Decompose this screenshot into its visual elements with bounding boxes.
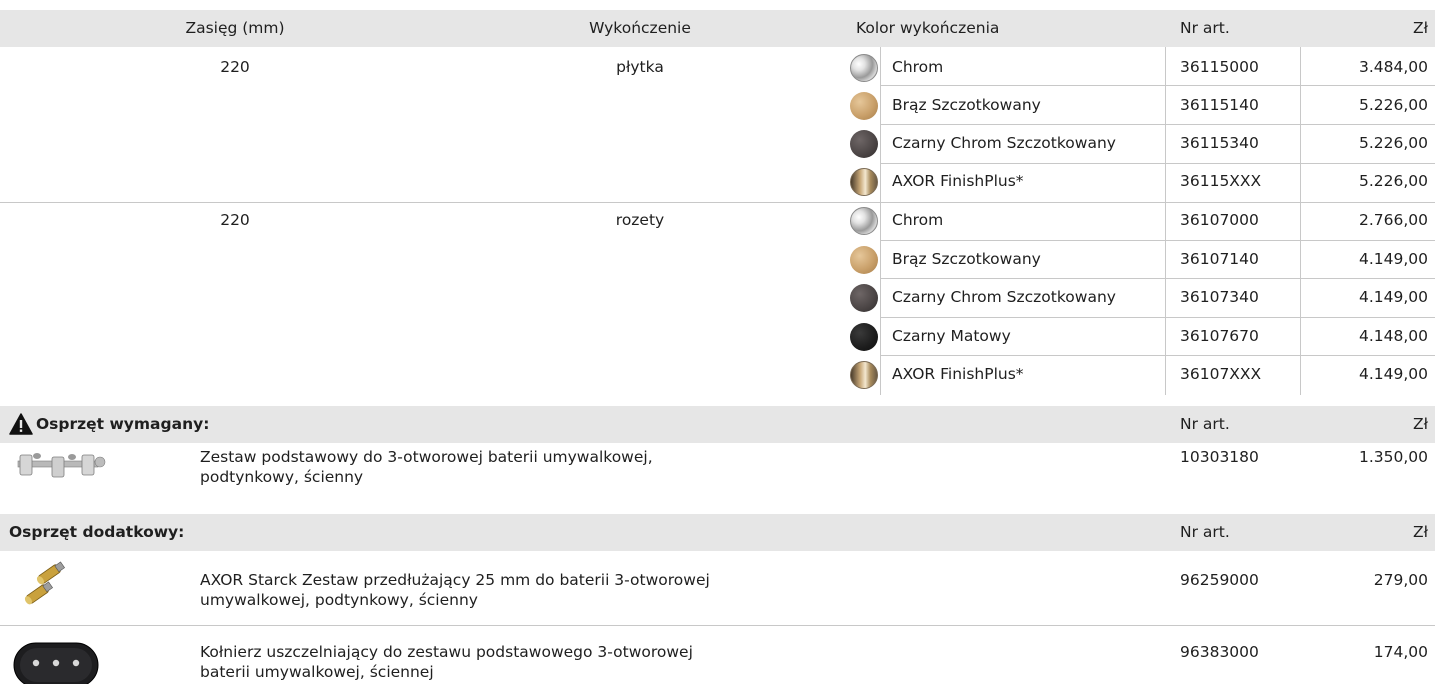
header-art: Nr art. <box>1180 19 1230 37</box>
item-description-line1: Zestaw podstawowy do 3-otworowej baterii… <box>200 448 653 466</box>
art-number: 36115140 <box>1180 96 1259 114</box>
art-number: 36115340 <box>1180 134 1259 152</box>
item-description-line1: Kołnierz uszczelniający do zestawu podst… <box>200 643 693 661</box>
header-price: Zł <box>1412 19 1428 37</box>
art-number: 36115XXX <box>1180 172 1262 190</box>
item-description-line2: podtynkowy, ścienny <box>200 468 364 486</box>
required-title: Osprzęt wymagany: <box>36 415 210 433</box>
row-divider <box>880 124 1435 125</box>
row-divider <box>880 278 1435 279</box>
color-name: AXOR FinishPlus* <box>892 172 1024 190</box>
finish-value: rozety <box>615 211 665 229</box>
art-number: 36107670 <box>1180 327 1259 345</box>
reach-value: 220 <box>220 58 250 76</box>
art-number: 10303180 <box>1180 448 1259 466</box>
bronze-swatch-icon <box>850 246 878 274</box>
art-number: 36107340 <box>1180 288 1259 306</box>
extension-set-image <box>24 561 65 605</box>
art-number: 96259000 <box>1180 571 1259 589</box>
warning-triangle-icon <box>9 413 33 435</box>
color-name: Chrom <box>892 58 944 76</box>
matte-black-swatch-icon <box>850 323 878 351</box>
color-name: Czarny Chrom Szczotkowany <box>892 134 1116 152</box>
art-number: 36107140 <box>1180 250 1259 268</box>
price: 5.226,00 <box>1358 172 1428 190</box>
color-name: Brąz Szczotkowany <box>892 96 1041 114</box>
required-header-art: Nr art. <box>1180 415 1230 433</box>
bronze-swatch-icon <box>850 92 878 120</box>
price: 2.766,00 <box>1358 211 1428 229</box>
color-name: Czarny Chrom Szczotkowany <box>892 288 1116 306</box>
reach-value: 220 <box>220 211 250 229</box>
sealing-flange-image <box>13 642 99 684</box>
column-divider <box>880 47 881 202</box>
finish-value: płytka <box>616 58 664 76</box>
price: 4.149,00 <box>1358 365 1428 383</box>
finishplus-swatch-icon <box>850 168 878 196</box>
finishplus-swatch-icon <box>850 361 878 389</box>
item-divider <box>0 625 1435 626</box>
price: 5.226,00 <box>1358 96 1428 114</box>
color-name: Brąz Szczotkowany <box>892 250 1041 268</box>
price: 174,00 <box>1373 643 1428 661</box>
item-description-line2: umywalkowej, podtynkowy, ścienny <box>200 591 478 609</box>
color-name: Chrom <box>892 211 944 229</box>
column-divider <box>1165 202 1166 395</box>
price: 5.226,00 <box>1358 134 1428 152</box>
art-number: 36115000 <box>1180 58 1259 76</box>
column-divider <box>1300 47 1301 202</box>
price: 4.149,00 <box>1358 250 1428 268</box>
header-reach: Zasięg (mm) <box>185 19 285 37</box>
art-number: 96383000 <box>1180 643 1259 661</box>
column-divider <box>880 202 881 395</box>
color-name: AXOR FinishPlus* <box>892 365 1024 383</box>
column-divider <box>1300 202 1301 395</box>
header-finish: Wykończenie <box>589 19 691 37</box>
additional-title: Osprzęt dodatkowy: <box>9 523 185 541</box>
color-name: Czarny Matowy <box>892 327 1011 345</box>
column-divider <box>1165 47 1166 202</box>
group-divider <box>0 202 1435 203</box>
black-chrome-swatch-icon <box>850 130 878 158</box>
price: 279,00 <box>1373 571 1428 589</box>
chrome-swatch-icon <box>850 207 878 235</box>
required-header-price: Zł <box>1412 415 1428 433</box>
chrome-swatch-icon <box>850 54 878 82</box>
price: 4.149,00 <box>1358 288 1428 306</box>
additional-header-art: Nr art. <box>1180 523 1230 541</box>
item-description-line1: AXOR Starck Zestaw przedłużający 25 mm d… <box>200 571 710 589</box>
row-divider <box>880 317 1435 318</box>
header-color: Kolor wykończenia <box>856 19 1000 37</box>
row-divider <box>880 163 1435 164</box>
art-number: 36107XXX <box>1180 365 1262 383</box>
row-divider <box>880 355 1435 356</box>
additional-header-price: Zł <box>1412 523 1428 541</box>
art-number: 36107000 <box>1180 211 1259 229</box>
row-divider <box>880 240 1435 241</box>
valve-set-image <box>17 453 106 478</box>
row-divider <box>880 85 1435 86</box>
price: 4.148,00 <box>1358 327 1428 345</box>
price: 1.350,00 <box>1358 448 1428 466</box>
black-chrome-swatch-icon <box>850 284 878 312</box>
price: 3.484,00 <box>1358 58 1428 76</box>
item-description-line2: baterii umywalkowej, ściennej <box>200 663 434 681</box>
